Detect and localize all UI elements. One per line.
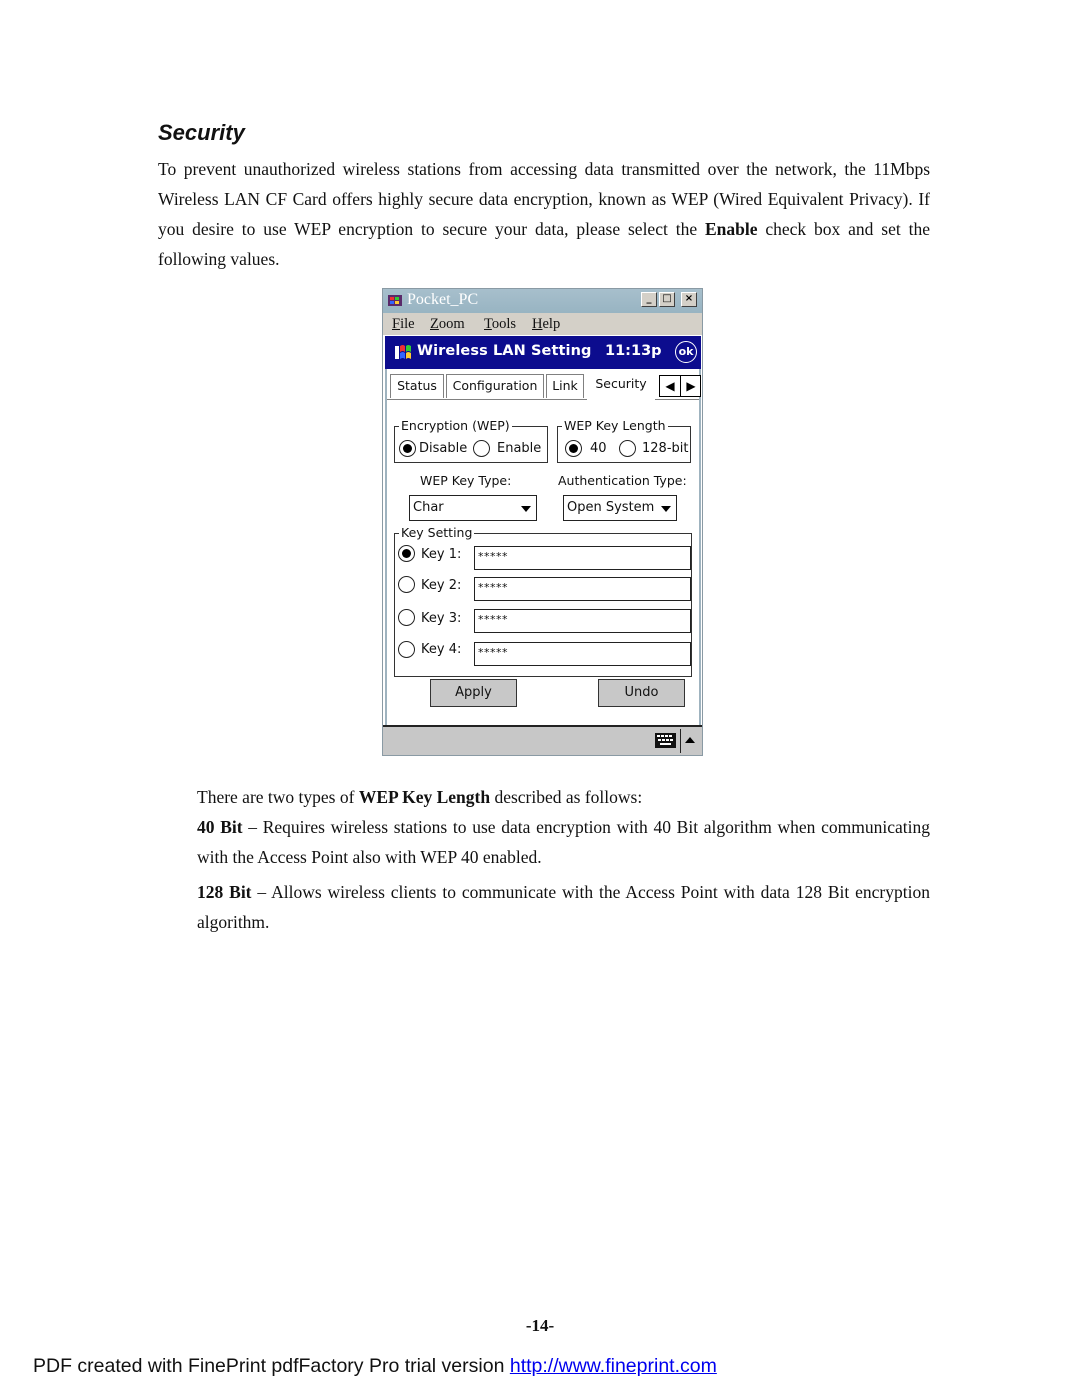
encryption-disable-radio[interactable] <box>399 440 416 457</box>
navigation-bar: Wireless LAN Setting 11:13p ok <box>385 336 701 369</box>
key-3-radio[interactable] <box>398 609 415 626</box>
pdf-footer: PDF created with FinePrint pdfFactory Pr… <box>33 1355 717 1378</box>
command-bar-separator <box>680 729 681 753</box>
key-4-label: Key 4: <box>421 642 462 657</box>
key-setting-group-label: Key Setting <box>399 525 475 541</box>
key-length-intro: There are two types of WEP Key Length de… <box>197 787 643 807</box>
tab-scroll-right-icon[interactable]: ▶ <box>681 376 701 396</box>
settings-panel: Status Configuration Link Security ◀ ▶ E… <box>385 369 701 729</box>
key-2-input[interactable]: ***** <box>474 577 691 601</box>
wep-key-type-dropdown[interactable]: Char <box>409 495 537 521</box>
auth-type-label: Authentication Type: <box>558 473 687 488</box>
key-length-40-label: 40 <box>590 441 607 456</box>
command-bar <box>383 725 702 755</box>
tab-link[interactable]: Link <box>546 374 584 398</box>
key-2-radio[interactable] <box>398 576 415 593</box>
wep-key-type-label: WEP Key Type: <box>420 473 512 488</box>
nav-title: Wireless LAN Setting <box>417 343 592 359</box>
key-length-group-label: WEP Key Length <box>562 418 668 434</box>
apply-button[interactable]: Apply <box>430 679 517 707</box>
tab-status[interactable]: Status <box>390 374 444 398</box>
keyboard-icon[interactable] <box>655 733 676 748</box>
key-length-group: WEP Key Length 40 128-bit <box>557 418 691 463</box>
clock[interactable]: 11:13p <box>605 343 662 359</box>
key-1-radio[interactable] <box>398 545 415 562</box>
key-1-input[interactable]: ***** <box>474 546 691 570</box>
tab-configuration[interactable]: Configuration <box>446 374 544 398</box>
encryption-group: Encryption (WEP) Disable Enable <box>394 418 548 463</box>
minimize-button[interactable]: _ <box>641 292 657 307</box>
key-3-label: Key 3: <box>421 611 462 626</box>
close-button[interactable]: × <box>681 292 697 307</box>
intro-bold-enable: Enable <box>704 219 758 239</box>
footer-text: PDF created with FinePrint pdfFactory Pr… <box>33 1355 510 1377</box>
page-number: -14- <box>525 1316 555 1335</box>
tab-security[interactable]: Security <box>587 372 655 400</box>
key-length-128-label: 128-bit <box>642 441 689 456</box>
intro-paragraph: To prevent unauthorized wireless station… <box>158 154 930 274</box>
encryption-enable-radio[interactable] <box>473 440 490 457</box>
window-title: Pocket_PC <box>407 291 479 308</box>
bit128-description: 128 Bit – Allows wireless clients to com… <box>197 882 930 932</box>
pocket-pc-screenshot: Pocket_PC _ □ × File Zoom Tools Help Wir… <box>382 288 703 756</box>
menu-bar: File Zoom Tools Help <box>383 313 702 335</box>
sip-menu-up-icon[interactable] <box>685 737 695 743</box>
menu-tools[interactable]: Tools <box>484 316 516 333</box>
key-3-input[interactable]: ***** <box>474 609 691 633</box>
ok-button[interactable]: ok <box>675 341 697 363</box>
key-length-bold: WEP Key Length <box>358 787 491 807</box>
chevron-down-icon <box>661 506 671 512</box>
maximize-button[interactable]: □ <box>659 292 675 307</box>
menu-file[interactable]: File <box>392 316 415 333</box>
tab-scroll-left-icon[interactable]: ◀ <box>660 376 681 396</box>
undo-button[interactable]: Undo <box>598 679 685 707</box>
bit128-term: 128 Bit <box>197 882 252 902</box>
menu-zoom[interactable]: Zoom <box>430 316 465 333</box>
auth-type-dropdown[interactable]: Open System <box>563 495 677 521</box>
encryption-disable-label: Disable <box>419 441 468 456</box>
key-1-label: Key 1: <box>421 547 462 562</box>
key-length-128-radio[interactable] <box>619 440 636 457</box>
auth-type-value: Open System <box>567 500 655 515</box>
section-heading: Security <box>158 120 245 145</box>
key-length-40-radio[interactable] <box>565 440 582 457</box>
pocket-pc-app-icon <box>388 295 402 306</box>
tab-scroll-control: ◀ ▶ <box>659 375 701 397</box>
fineprint-link[interactable]: http://www.fineprint.com <box>510 1355 717 1377</box>
chevron-down-icon <box>521 506 531 512</box>
bit40-term: 40 Bit <box>197 817 243 837</box>
key-4-radio[interactable] <box>398 641 415 658</box>
windows-start-icon[interactable] <box>393 343 413 362</box>
key-2-label: Key 2: <box>421 578 462 593</box>
menu-help[interactable]: Help <box>532 316 560 333</box>
encryption-group-label: Encryption (WEP) <box>399 418 512 434</box>
wep-key-type-value: Char <box>413 500 444 515</box>
encryption-enable-label: Enable <box>497 441 542 456</box>
key-4-input[interactable]: ***** <box>474 642 691 666</box>
bit40-description: 40 Bit – Requires wireless stations to u… <box>197 817 930 867</box>
window-titlebar: Pocket_PC _ □ × <box>383 289 702 313</box>
key-setting-group: Key Setting Key 1: ***** Key 2: ***** Ke… <box>394 525 692 677</box>
